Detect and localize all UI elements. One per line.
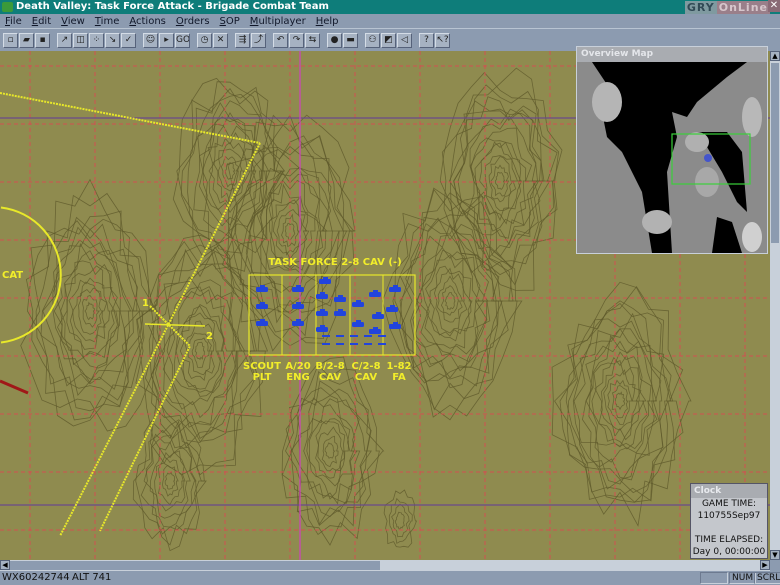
menu-time[interactable]: Time [90, 14, 124, 29]
formation-icon[interactable]: ⁘ [89, 33, 104, 48]
friendly-tank-turret [320, 292, 325, 295]
status-cell-empty [700, 572, 728, 584]
menu-sop[interactable]: SOP [215, 14, 245, 29]
phase-label-2: 2 [206, 331, 213, 342]
friendly-tank-turret [296, 319, 301, 322]
close-icon[interactable]: ✕ [768, 0, 780, 12]
friendly-tank-turret [373, 290, 378, 293]
friendly-tank-turret [390, 305, 395, 308]
game-time-value: 110755Sep97 [697, 511, 761, 521]
attack-icon[interactable]: ⇶ [235, 33, 250, 48]
menu-help[interactable]: Help [311, 14, 344, 29]
menu-edit[interactable]: Edit [27, 14, 56, 29]
unit-label[interactable]: B/2-8 CAV [310, 361, 350, 383]
new-file-icon[interactable]: ▫ [3, 33, 18, 48]
friendly-tank-turret [260, 285, 265, 288]
context-help-icon[interactable]: ↖? [435, 33, 450, 48]
task-force-label: TASK FORCE 2-8 CAV (-) [268, 257, 402, 268]
unit-icon[interactable]: ◫ [73, 33, 88, 48]
stop-icon[interactable]: ● [327, 33, 342, 48]
title-bar: Death Valley: Task Force Attack - Brigad… [0, 0, 780, 14]
check-icon[interactable]: ✓ [121, 33, 136, 48]
friendly-tank-turret [320, 325, 325, 328]
friendly-tank-turret [356, 300, 361, 303]
friendly-tank-turret [296, 302, 301, 305]
open-folder-icon[interactable]: ▰ [19, 33, 34, 48]
menu-orders[interactable]: Orders [171, 14, 215, 29]
report-icon[interactable]: ◩ [381, 33, 396, 48]
scroll-lock-indicator: SCRL [754, 572, 780, 584]
overview-map-title: Overview Map [577, 47, 767, 62]
help-icon[interactable]: ? [419, 33, 434, 48]
clock-panel: Clock GAME TIME: 110755Sep97 TIME ELAPSE… [690, 483, 768, 559]
menu-multiplayer[interactable]: Multiplayer [245, 14, 311, 29]
vertical-scrollbar[interactable]: ▲ ▼ [770, 51, 780, 560]
commander-portrait-icon[interactable]: ☺ [143, 33, 158, 48]
overview-map-panel[interactable]: Overview Map [576, 46, 768, 254]
friendly-tank-turret [393, 322, 398, 325]
phase-label-1: 1 [142, 298, 149, 309]
unit-label[interactable]: 1-82 FA [379, 361, 419, 383]
watermark-logo: GRY OnLine [684, 1, 770, 14]
overview-map[interactable] [577, 62, 767, 253]
menu-view[interactable]: View [56, 14, 90, 29]
stopwatch-icon[interactable]: ◷ [197, 33, 212, 48]
friendly-tank-turret [373, 327, 378, 330]
pointer-icon[interactable]: ▸ [159, 33, 174, 48]
cancel-icon[interactable]: ✕ [213, 33, 228, 48]
vertical-scroll-thumb[interactable] [771, 63, 779, 243]
friendly-tank-turret [320, 309, 325, 312]
hold-icon[interactable]: ▬ [343, 33, 358, 48]
menu-actions[interactable]: Actions [124, 14, 171, 29]
menu-bar: File Edit View Time Actions Orders SOP Multipla… [0, 14, 780, 29]
scroll-left-icon[interactable]: ◀ [0, 560, 10, 570]
altitude: ALT 741 [72, 572, 112, 583]
scroll-right-icon[interactable]: ▶ [760, 560, 770, 570]
friendly-tank-turret [260, 319, 265, 322]
friendly-tank-turret [296, 285, 301, 288]
friendly-tank-turret [338, 309, 343, 312]
status-bar: WX60242744 ALT 741 NUM SCRL [0, 571, 780, 585]
sound-icon[interactable]: ◁ [397, 33, 412, 48]
route-icon[interactable]: ↘ [105, 33, 120, 48]
go-icon[interactable]: GO [175, 33, 190, 48]
turn-right-icon[interactable]: ↷ [289, 33, 304, 48]
binoculars-icon[interactable]: ⚇ [365, 33, 380, 48]
unit-label[interactable]: SCOUT PLT [242, 361, 282, 383]
num-lock-indicator: NUM [729, 572, 757, 584]
time-elapsed-label: TIME ELAPSED: [694, 535, 764, 545]
withdraw-icon[interactable]: ⇆ [305, 33, 320, 48]
friendly-tank-turret [323, 277, 328, 280]
objective-label: CAT [2, 270, 24, 281]
save-icon[interactable]: ▪ [35, 33, 50, 48]
friendly-units-marker [704, 154, 712, 162]
time-elapsed-value: Day 0, 00:00:00 [692, 547, 766, 557]
scroll-up-icon[interactable]: ▲ [770, 51, 780, 61]
scroll-down-icon[interactable]: ▼ [770, 550, 780, 560]
window-title: Death Valley: Task Force Attack - Brigad… [16, 1, 329, 12]
game-time-label: GAME TIME: [701, 499, 757, 509]
advance-icon[interactable]: ⤴ [251, 33, 266, 48]
friendly-tank-turret [260, 302, 265, 305]
clock-title: Clock [691, 484, 767, 498]
horizontal-scrollbar[interactable]: ◀ ▶ [0, 560, 770, 571]
menu-file[interactable]: File [0, 14, 27, 29]
move-unit-icon[interactable]: ↗ [57, 33, 72, 48]
friendly-tank-turret [376, 312, 381, 315]
turn-left-icon[interactable]: ↶ [273, 33, 288, 48]
grid-coordinate: WX60242744 [2, 572, 70, 583]
horizontal-scroll-thumb[interactable] [10, 561, 380, 570]
friendly-tank-turret [338, 295, 343, 298]
friendly-tank-turret [393, 285, 398, 288]
friendly-tank-turret [356, 320, 361, 323]
app-icon [2, 2, 13, 12]
